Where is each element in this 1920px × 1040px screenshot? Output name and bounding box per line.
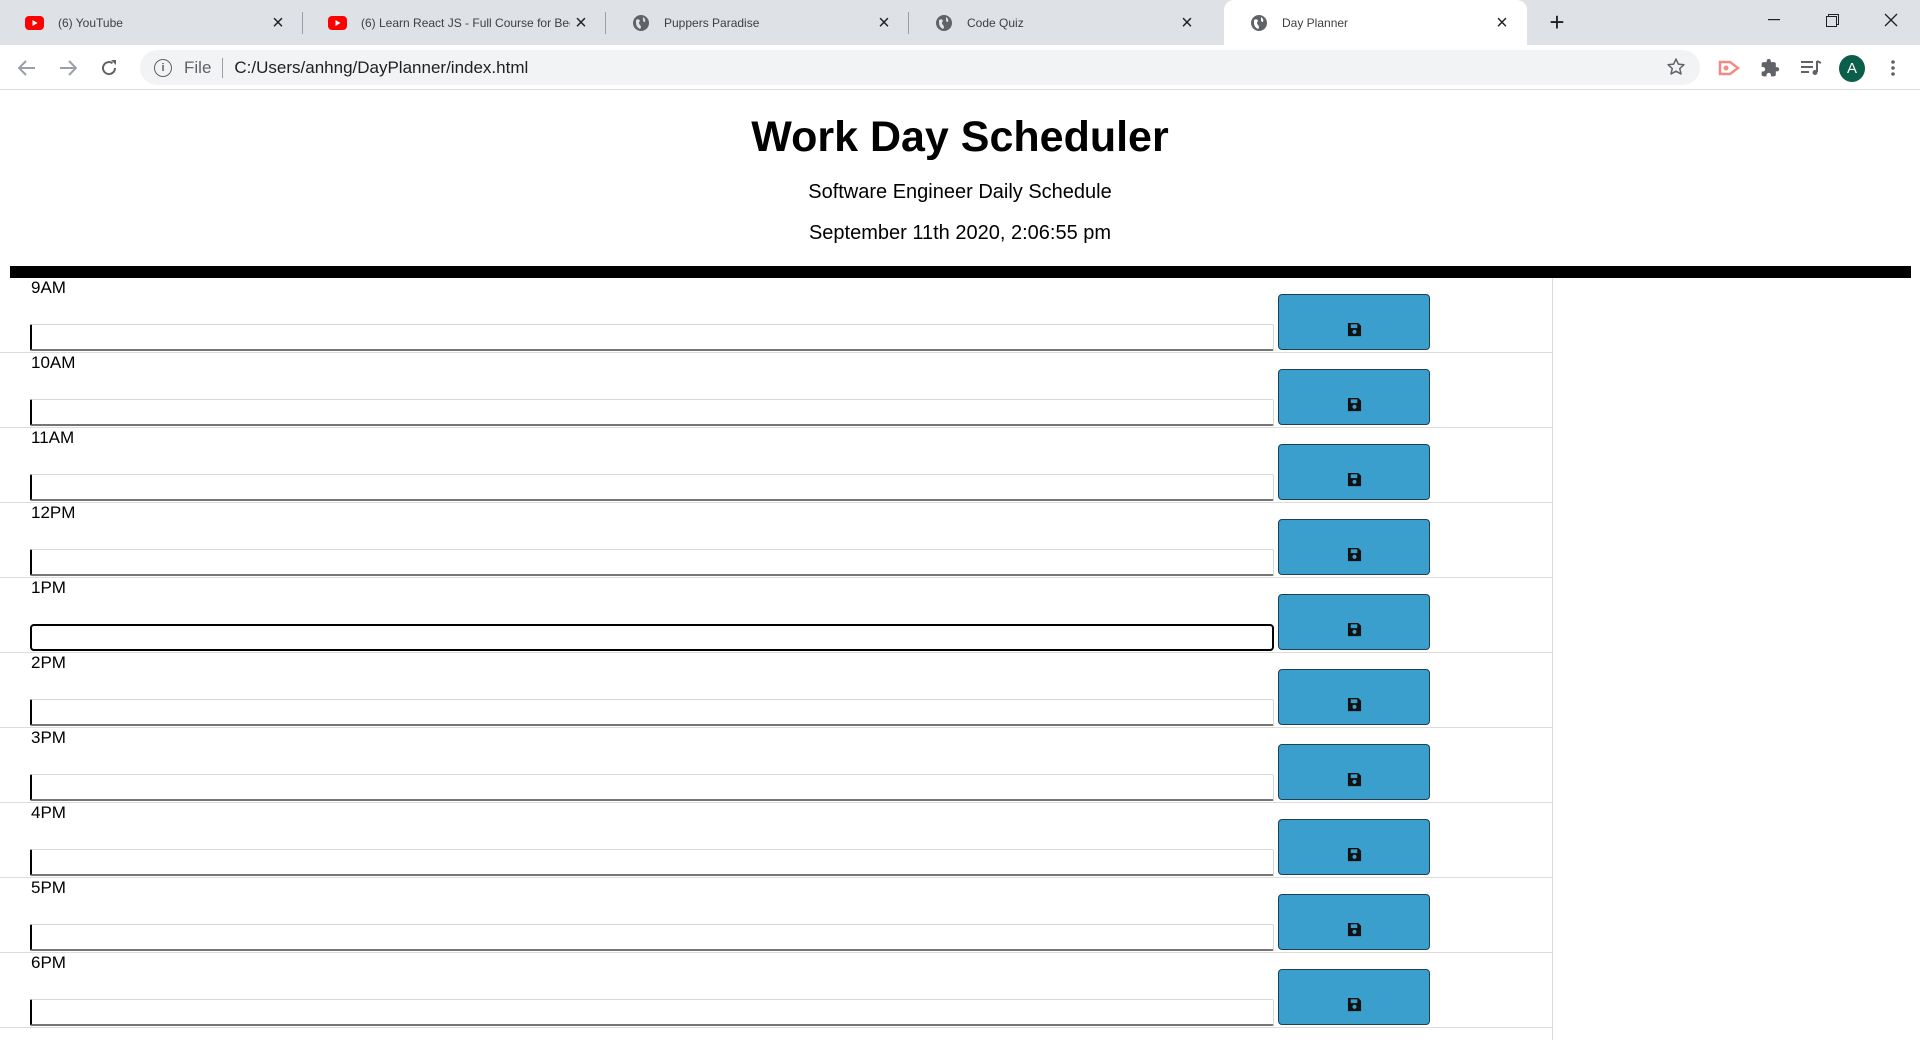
time-block-row: 11AM (0, 428, 1552, 503)
minimize-button[interactable] (1745, 0, 1803, 40)
save-floppy-icon (1347, 322, 1362, 342)
info-icon[interactable]: i (154, 58, 172, 77)
save-floppy-icon (1347, 622, 1362, 642)
save-button[interactable] (1278, 294, 1430, 350)
tab-title: Code Quiz (967, 15, 1024, 30)
new-tab-button[interactable]: + (1543, 8, 1571, 36)
description-input[interactable] (30, 774, 1274, 801)
bookmark-star-icon[interactable] (1666, 57, 1686, 82)
globe-icon (1249, 13, 1268, 32)
save-floppy-icon (1347, 547, 1362, 567)
tab-code-quiz[interactable]: Code Quiz × (909, 0, 1212, 45)
hour-label: 11AM (31, 428, 75, 447)
description-input[interactable] (30, 699, 1274, 726)
forward-button[interactable] (53, 53, 83, 83)
profile-avatar[interactable]: A (1839, 54, 1865, 82)
hour-label: 9AM (31, 278, 66, 297)
media-playlist-icon[interactable] (1798, 55, 1824, 81)
globe-icon (934, 13, 953, 32)
save-button[interactable] (1278, 594, 1430, 650)
description-input[interactable] (30, 849, 1274, 876)
close-tab-icon[interactable]: × (570, 12, 592, 34)
save-button[interactable] (1278, 369, 1430, 425)
time-block-row: 10AM (0, 353, 1552, 428)
save-button[interactable] (1278, 819, 1430, 875)
save-floppy-icon (1347, 997, 1362, 1017)
hour-label: 2PM (31, 653, 66, 672)
time-block-row: 4PM (0, 803, 1552, 878)
time-block-row: 2PM (0, 653, 1552, 728)
address-url: C:/Users/anhng/DayPlanner/index.html (234, 57, 529, 77)
page-content: Work Day Scheduler Software Engineer Dai… (0, 91, 1920, 1040)
save-floppy-icon (1347, 847, 1362, 867)
save-floppy-icon (1347, 772, 1362, 792)
time-block-row: 12PM (0, 503, 1552, 578)
hour-label: 6PM (31, 953, 66, 972)
page-lead: Software Engineer Daily Schedule (808, 181, 1112, 203)
page-title: Work Day Scheduler (751, 113, 1169, 161)
current-date: September 11th 2020, 2:06:55 pm (808, 222, 1112, 244)
header-divider (10, 266, 1911, 278)
address-scheme: File (184, 57, 212, 77)
close-tab-icon[interactable]: × (1491, 12, 1513, 34)
save-floppy-icon (1347, 397, 1362, 417)
tab-title: Puppers Paradise (664, 15, 760, 30)
description-input[interactable] (30, 624, 1274, 651)
description-input[interactable] (30, 924, 1274, 951)
description-input[interactable] (30, 474, 1274, 501)
menu-kebab-icon[interactable] (1880, 55, 1906, 81)
description-input[interactable] (30, 999, 1274, 1026)
reload-button[interactable] (94, 53, 124, 83)
description-input[interactable] (30, 399, 1274, 426)
close-tab-icon[interactable]: × (873, 12, 895, 34)
extension-cast-icon[interactable] (1716, 55, 1742, 81)
time-block-row: 3PM (0, 728, 1552, 803)
save-button[interactable] (1278, 669, 1430, 725)
globe-icon (631, 13, 650, 32)
save-floppy-icon (1347, 922, 1362, 942)
restore-button[interactable] (1803, 0, 1861, 40)
time-block-row: 1PM (0, 578, 1552, 653)
description-input[interactable] (30, 324, 1274, 351)
save-floppy-icon (1347, 697, 1362, 717)
tab-title: Day Planner (1282, 15, 1349, 30)
tab-day-planner[interactable]: Day Planner × (1224, 0, 1527, 45)
time-block-row: 6PM (0, 953, 1552, 1028)
hour-label: 1PM (31, 578, 66, 597)
browser-toolbar: i File C:/Users/anhng/DayPlanner/index.h… (0, 45, 1920, 90)
tab-title: (6) Learn React JS - Full Course for Beg… (361, 15, 570, 30)
save-button[interactable] (1278, 519, 1430, 575)
youtube-icon (328, 13, 347, 32)
back-button[interactable] (12, 53, 42, 83)
tab-youtube[interactable]: (6) YouTube × (0, 0, 303, 45)
save-button[interactable] (1278, 894, 1430, 950)
save-button[interactable] (1278, 744, 1430, 800)
description-input[interactable] (30, 549, 1274, 576)
tab-title: (6) YouTube (58, 15, 123, 30)
time-block-row: 9AM (0, 278, 1552, 353)
time-block-list: 9AM 10AM 11AM 12PM 1PM 2PM 3PM 4PM 5PM 6PM (0, 278, 1553, 1040)
close-window-button[interactable] (1862, 0, 1920, 40)
address-bar[interactable]: i File C:/Users/anhng/DayPlanner/index.h… (140, 50, 1700, 85)
youtube-icon (25, 13, 44, 32)
hour-label: 12PM (31, 503, 76, 522)
hour-label: 3PM (31, 728, 66, 747)
close-tab-icon[interactable]: × (267, 12, 289, 34)
time-block-row: 5PM (0, 878, 1552, 953)
hour-label: 4PM (31, 803, 66, 822)
tab-puppers-paradise[interactable]: Puppers Paradise × (606, 0, 909, 45)
save-button[interactable] (1278, 969, 1430, 1025)
save-button[interactable] (1278, 444, 1430, 500)
extensions-puzzle-icon[interactable] (1757, 55, 1783, 81)
avatar: A (1839, 54, 1865, 82)
save-floppy-icon (1347, 472, 1362, 492)
hour-label: 5PM (31, 878, 66, 897)
tab-react-course[interactable]: (6) Learn React JS - Full Course for Beg… (303, 0, 606, 45)
tab-strip: (6) YouTube × (6) Learn React JS - Full … (0, 0, 1920, 45)
close-tab-icon[interactable]: × (1176, 12, 1198, 34)
hour-label: 10AM (31, 353, 76, 372)
